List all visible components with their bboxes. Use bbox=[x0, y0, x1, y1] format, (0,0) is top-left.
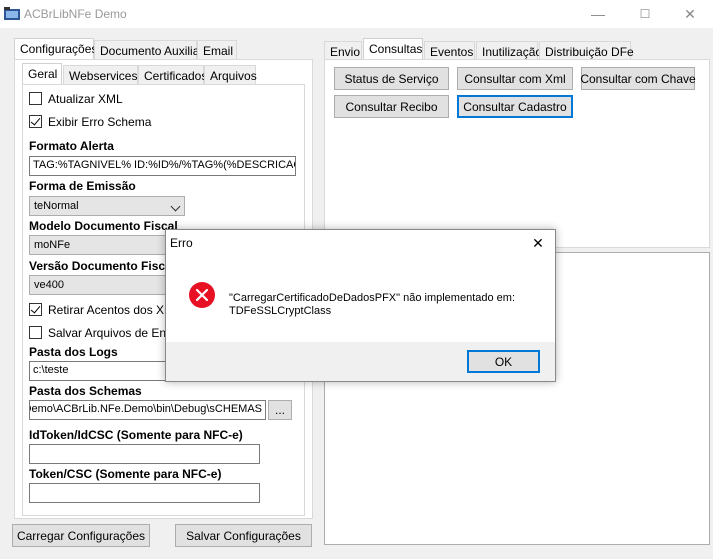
forma-emissao-select[interactable]: teNormal bbox=[29, 196, 185, 216]
carregar-configuracoes-button[interactable]: Carregar Configurações bbox=[12, 524, 150, 547]
tab-envio[interactable]: Envio bbox=[324, 41, 362, 61]
tab-eventos[interactable]: Eventos bbox=[424, 41, 475, 61]
idtoken-label: IdToken/IdCSC (Somente para NFC-e) bbox=[29, 428, 243, 442]
consultar-cadastro-button[interactable]: Consultar Cadastro bbox=[457, 95, 573, 118]
pasta-schemas-input[interactable]: Demo\ACBrLib.NFe.Demo\bin\Debug\sCHEMAS bbox=[29, 400, 266, 420]
tab-webservices[interactable]: Webservices bbox=[63, 65, 138, 85]
forma-emissao-value: teNormal bbox=[34, 200, 79, 212]
dialog-close-button[interactable]: ✕ bbox=[521, 230, 555, 256]
tab-distribuicao-dfe[interactable]: Distribuição DFe bbox=[539, 41, 634, 61]
dialog-footer: OK bbox=[166, 342, 555, 381]
atualizar-xml-label: Atualizar XML bbox=[48, 92, 123, 106]
modelo-documento-select[interactable]: moNFe bbox=[29, 235, 185, 255]
tab-arquivos[interactable]: Arquivos bbox=[204, 65, 257, 85]
salvar-configuracoes-button[interactable]: Salvar Configurações bbox=[175, 524, 312, 547]
forma-emissao-label: Forma de Emissão bbox=[29, 179, 136, 193]
versao-documento-value: ve400 bbox=[34, 279, 64, 291]
versao-documento-select[interactable]: ve400 bbox=[29, 275, 185, 295]
salvar-arquivos-label: Salvar Arquivos de Envio bbox=[48, 326, 182, 340]
chevron-down-icon bbox=[170, 201, 181, 212]
pasta-schemas-value: Demo\ACBrLib.NFe.Demo\bin\Debug\sCHEMAS bbox=[29, 403, 262, 415]
title-bar: ACBrLibNFe Demo — ☐ ✕ bbox=[0, 0, 713, 28]
versao-documento-label: Versão Documento Fiscal bbox=[29, 259, 176, 273]
tab-inutilizacao[interactable]: Inutilização bbox=[476, 41, 542, 61]
modelo-documento-label: Modelo Documento Fiscal bbox=[29, 219, 178, 233]
window-title: ACBrLibNFe Demo bbox=[24, 7, 127, 21]
status-servico-button[interactable]: Status de Serviço bbox=[334, 67, 449, 90]
error-icon bbox=[189, 282, 215, 308]
pasta-schemas-label: Pasta dos Schemas bbox=[29, 384, 142, 398]
tab-certificados[interactable]: Certificados bbox=[138, 65, 207, 85]
error-dialog: Erro ✕ "CarregarCertificadoDeDadosPFX" n… bbox=[165, 229, 556, 382]
retirar-acentos-checkbox[interactable] bbox=[29, 303, 42, 316]
minimize-button[interactable]: — bbox=[575, 0, 621, 28]
exibir-erro-schema-label: Exibir Erro Schema bbox=[48, 115, 152, 129]
dialog-title: Erro bbox=[170, 236, 193, 250]
maximize-button[interactable]: ☐ bbox=[622, 0, 668, 28]
consultar-recibo-button[interactable]: Consultar Recibo bbox=[334, 95, 449, 118]
idtoken-input[interactable] bbox=[29, 444, 260, 464]
ok-button[interactable]: OK bbox=[467, 350, 540, 373]
atualizar-xml-checkbox[interactable] bbox=[29, 92, 42, 105]
browse-schemas-button[interactable]: ... bbox=[268, 400, 292, 420]
app-icon bbox=[4, 7, 20, 20]
tab-configuracoes[interactable]: Configurações bbox=[14, 38, 97, 60]
token-csc-label: Token/CSC (Somente para NFC-e) bbox=[29, 467, 222, 481]
salvar-arquivos-checkbox[interactable] bbox=[29, 326, 42, 339]
consultar-xml-button[interactable]: Consultar com Xml bbox=[457, 67, 573, 90]
pasta-logs-label: Pasta dos Logs bbox=[29, 345, 118, 359]
token-csc-input[interactable] bbox=[29, 483, 260, 503]
dialog-message-line2: TDFeSSLCryptClass bbox=[229, 305, 332, 317]
tab-documento-auxiliar[interactable]: Documento Auxiliar bbox=[94, 40, 203, 60]
tab-geral[interactable]: Geral bbox=[22, 63, 62, 85]
consultar-chave-button[interactable]: Consultar com Chave bbox=[580, 67, 696, 90]
tab-consultas[interactable]: Consultas bbox=[363, 38, 423, 60]
tab-email[interactable]: Email bbox=[197, 40, 237, 60]
formato-alerta-label: Formato Alerta bbox=[29, 139, 114, 153]
dialog-message-line1: "CarregarCertificadoDeDadosPFX" não impl… bbox=[229, 292, 515, 304]
modelo-documento-value: moNFe bbox=[34, 239, 71, 251]
exibir-erro-schema-checkbox[interactable] bbox=[29, 115, 42, 128]
close-button[interactable]: ✕ bbox=[667, 0, 713, 28]
formato-alerta-input[interactable]: TAG:%TAGNIVEL% ID:%ID%/%TAG%(%DESCRICAO% bbox=[29, 156, 296, 176]
